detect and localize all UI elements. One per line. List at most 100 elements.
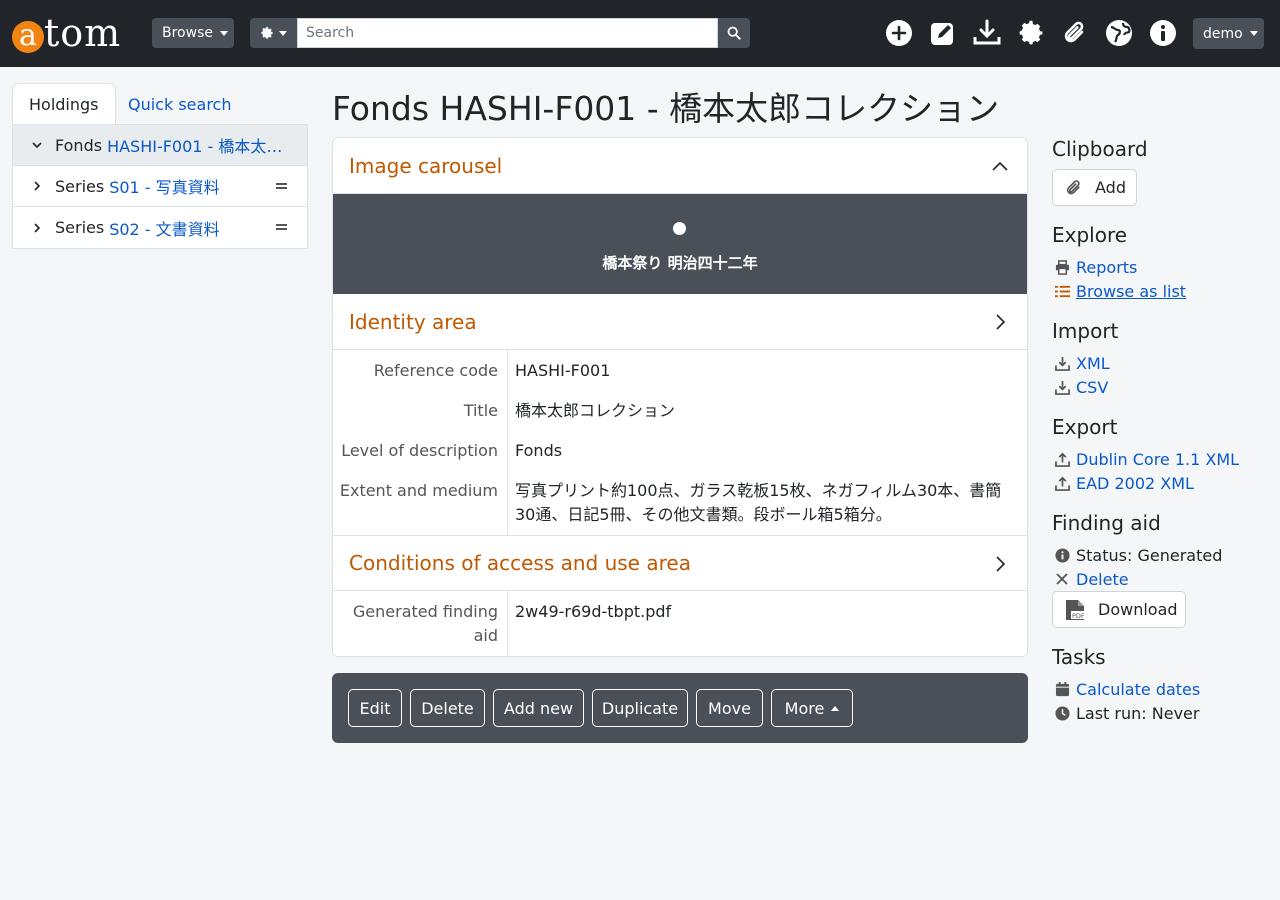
- upload-icon: [1054, 475, 1070, 491]
- left-tabs: Holdings Quick search: [12, 83, 308, 125]
- tree-item-series[interactable]: Series S02 - 文書資料: [13, 207, 307, 248]
- search-submit-button[interactable]: [718, 18, 750, 48]
- delete-button[interactable]: Delete: [410, 689, 485, 727]
- chevron-right-icon: [996, 556, 1006, 572]
- tree-item-series[interactable]: Series S01 - 写真資料: [13, 166, 307, 207]
- import-menu-button[interactable]: [973, 19, 1001, 47]
- chevron-down-icon[interactable]: [31, 139, 43, 151]
- field-label: Title: [463, 401, 498, 420]
- chevron-up-icon: [992, 161, 1008, 171]
- identity-area-header[interactable]: Identity area: [333, 294, 1027, 350]
- tasks-heading: Tasks: [1052, 645, 1106, 669]
- tree-item-fonds[interactable]: Fonds HASHI-F001 - 橋本太郎...: [13, 125, 307, 166]
- reports-label[interactable]: Reports: [1076, 258, 1137, 277]
- calendar-icon: [1054, 681, 1070, 697]
- description-card: Image carousel 橋本祭り 明治四十二年 Identity area…: [332, 137, 1028, 657]
- search-input[interactable]: [297, 18, 718, 48]
- language-menu-button[interactable]: [1105, 19, 1133, 47]
- drag-handle-icon[interactable]: [276, 183, 287, 189]
- explore-heading: Explore: [1052, 223, 1128, 247]
- download-icon: [1054, 379, 1070, 395]
- tree-item-type: Series: [55, 176, 105, 196]
- browse-as-list-label[interactable]: Browse as list: [1076, 282, 1186, 301]
- import-csv-label[interactable]: CSV: [1076, 378, 1108, 397]
- caret-down-icon: [279, 30, 287, 36]
- finding-aid-delete-link[interactable]: Delete: [1054, 568, 1129, 590]
- edit-icon: [931, 23, 953, 45]
- tab-holdings[interactable]: Holdings: [12, 83, 116, 125]
- tab-quick-search[interactable]: Quick search: [112, 83, 247, 125]
- paperclip-icon: [1064, 21, 1084, 43]
- last-run-status: Last run: Never: [1054, 702, 1199, 724]
- field-label: Reference code: [373, 361, 498, 380]
- import-heading: Import: [1052, 319, 1119, 343]
- list-icon: [1054, 283, 1070, 299]
- atom-logo[interactable]: a tom: [12, 10, 121, 56]
- search-options-button[interactable]: [250, 18, 297, 48]
- add-menu-button[interactable]: [885, 19, 913, 47]
- logo-text: tom: [44, 11, 122, 55]
- carousel-indicator-icon[interactable]: [673, 222, 686, 235]
- import-csv-link[interactable]: CSV: [1054, 376, 1108, 398]
- browse-menu-button[interactable]: Browse: [152, 18, 234, 48]
- browse-label: Browse: [162, 25, 213, 41]
- download-icon: [1054, 355, 1070, 371]
- import-xml-link[interactable]: XML: [1054, 352, 1110, 374]
- carousel-caption: 橋本祭り 明治四十二年: [602, 254, 758, 272]
- search-bar: [250, 18, 750, 48]
- edit-button[interactable]: Edit: [348, 689, 402, 727]
- finding-aid-download-button[interactable]: PDF Download: [1052, 591, 1186, 628]
- move-button[interactable]: Move: [696, 689, 763, 727]
- info-menu-button[interactable]: [1149, 19, 1177, 47]
- clipboard-heading: Clipboard: [1052, 137, 1148, 161]
- reports-link[interactable]: Reports: [1054, 256, 1137, 278]
- image-carousel: 橋本祭り 明治四十二年: [333, 194, 1027, 294]
- add-label: Add: [1095, 178, 1126, 197]
- export-dc-label[interactable]: Dublin Core 1.1 XML: [1076, 450, 1239, 469]
- drag-handle-icon[interactable]: [276, 224, 287, 230]
- caret-down-icon: [219, 30, 228, 36]
- finding-aid-heading: Finding aid: [1052, 511, 1161, 535]
- export-ead-label[interactable]: EAD 2002 XML: [1076, 474, 1194, 493]
- field-label: Level of description: [341, 441, 498, 460]
- field-value: Fonds: [515, 441, 563, 460]
- browse-as-list-link[interactable]: Browse as list: [1054, 280, 1186, 302]
- finding-aid-link[interactable]: 2w49-r69d-tbpt.pdf: [515, 600, 1015, 624]
- section-heading: Image carousel: [349, 153, 503, 178]
- logo-letter-a: a: [12, 21, 44, 53]
- clipboard-menu-button[interactable]: [1061, 19, 1089, 47]
- more-button[interactable]: More: [771, 689, 853, 727]
- field-label: Generated finding aid: [352, 602, 498, 645]
- pdf-badge: PDF: [1072, 612, 1085, 620]
- calculate-dates-label[interactable]: Calculate dates: [1076, 680, 1200, 699]
- info-icon: [1150, 20, 1176, 46]
- user-menu-button[interactable]: demo: [1193, 18, 1264, 49]
- gear-icon: [261, 26, 273, 39]
- calculate-dates-link[interactable]: Calculate dates: [1054, 678, 1200, 700]
- export-dc-link[interactable]: Dublin Core 1.1 XML: [1054, 448, 1239, 470]
- delete-label[interactable]: Delete: [1076, 570, 1129, 589]
- admin-menu-button[interactable]: [1017, 19, 1045, 47]
- tree-item-link[interactable]: S02 - 文書資料: [109, 216, 219, 240]
- tree-item-link[interactable]: S01 - 写真資料: [109, 174, 219, 198]
- export-ead-link[interactable]: EAD 2002 XML: [1054, 472, 1194, 494]
- clipboard-add-button[interactable]: Add: [1052, 169, 1137, 206]
- gear-icon: [1019, 20, 1043, 45]
- printer-icon: [1054, 259, 1070, 275]
- chevron-right-icon: [996, 314, 1006, 330]
- image-carousel-header[interactable]: Image carousel: [333, 138, 1027, 194]
- chevron-right-icon[interactable]: [31, 222, 43, 234]
- paperclip-icon: [1066, 179, 1080, 194]
- caret-down-icon: [1249, 31, 1258, 36]
- access-area-header[interactable]: Conditions of access and use area: [333, 535, 1027, 591]
- chevron-right-icon[interactable]: [31, 180, 43, 192]
- plus-circle-icon: [886, 20, 912, 46]
- tree-item-link[interactable]: HASHI-F001 - 橋本太郎...: [107, 133, 287, 157]
- field-value: HASHI-F001: [515, 361, 611, 380]
- download-icon: [973, 19, 1001, 45]
- add-new-button[interactable]: Add new: [493, 689, 584, 727]
- search-icon: [727, 26, 741, 40]
- manage-menu-button[interactable]: [929, 19, 957, 47]
- duplicate-button[interactable]: Duplicate: [592, 689, 688, 727]
- import-xml-label[interactable]: XML: [1076, 354, 1110, 373]
